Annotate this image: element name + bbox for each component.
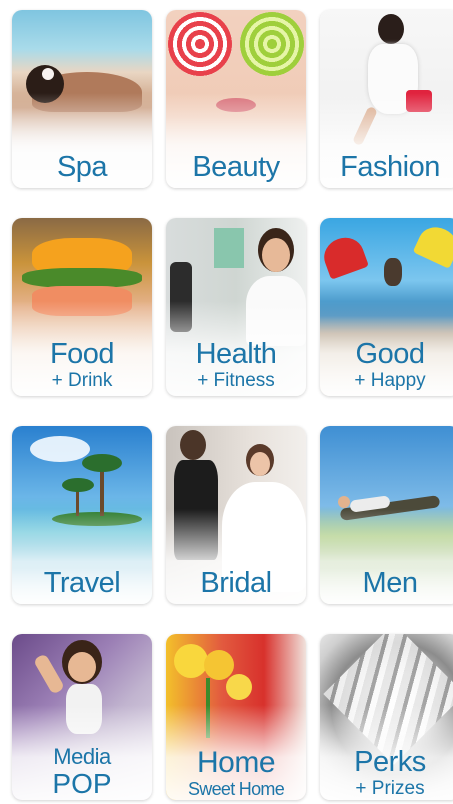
category-tile-home-sweet-home[interactable]: Home Sweet Home xyxy=(166,634,306,800)
tile-label: Spa xyxy=(56,151,108,183)
tile-label: Men xyxy=(362,567,418,599)
category-tile-fashion[interactable]: Fashion xyxy=(320,10,453,188)
tile-label: Beauty xyxy=(192,151,280,183)
tile-label: Home Sweet Home xyxy=(187,746,285,799)
tile-label: Health + Fitness xyxy=(195,338,277,391)
category-tile-perks-prizes[interactable]: Perks + Prizes xyxy=(320,634,453,800)
category-tile-spa[interactable]: Spa xyxy=(12,10,152,188)
category-tile-travel[interactable]: Travel xyxy=(12,426,152,604)
category-tile-food-drink[interactable]: Food + Drink xyxy=(12,218,152,396)
tile-label: Perks + Prizes xyxy=(354,746,426,799)
category-tile-bridal[interactable]: Bridal xyxy=(166,426,306,604)
category-tile-men[interactable]: Men xyxy=(320,426,453,604)
tile-label: Good + Happy xyxy=(354,338,426,391)
category-tile-beauty[interactable]: Beauty xyxy=(166,10,306,188)
tile-label: Food + Drink xyxy=(49,338,115,391)
tile-label: Fashion xyxy=(340,151,440,183)
category-tile-media-pop[interactable]: Media POP xyxy=(12,634,152,800)
tile-label: Media POP xyxy=(52,744,112,799)
tile-label: Bridal xyxy=(200,567,272,599)
category-tile-health-fitness[interactable]: Health + Fitness xyxy=(166,218,306,396)
category-tile-good-happy[interactable]: Good + Happy xyxy=(320,218,453,396)
tile-label: Travel xyxy=(43,567,121,599)
